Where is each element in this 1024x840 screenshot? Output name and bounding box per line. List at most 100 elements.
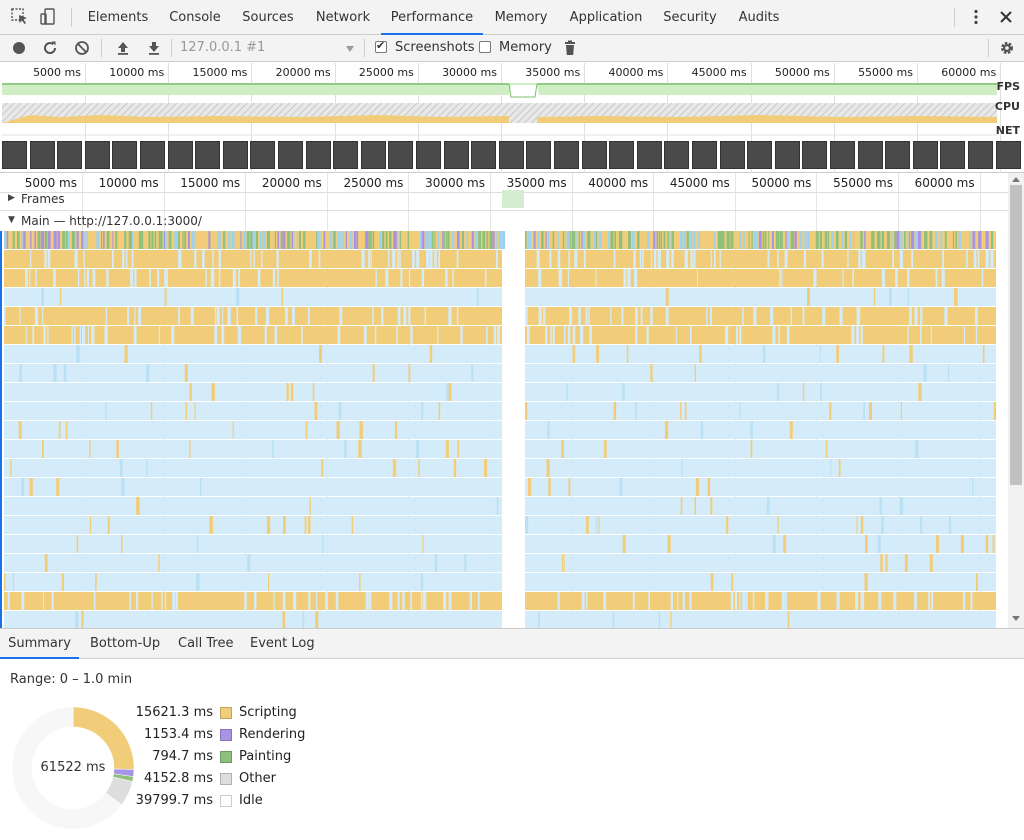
flame-event[interactable] [182, 231, 184, 249]
screenshot-thumbnail[interactable] [581, 141, 607, 169]
flame-event[interactable] [43, 592, 44, 610]
flame-event[interactable] [342, 231, 344, 249]
flame-event[interactable] [303, 231, 306, 249]
flame-event[interactable] [915, 440, 919, 458]
flame-event[interactable] [396, 326, 398, 344]
flame-event[interactable] [338, 402, 342, 420]
flame-event[interactable] [660, 231, 663, 249]
flame-event[interactable] [370, 250, 372, 268]
screenshot-thumbnail[interactable] [360, 141, 386, 169]
collapse-arrow-icon[interactable]: ▼ [8, 215, 15, 225]
screenshot-thumbnail[interactable] [195, 141, 221, 169]
flame-event[interactable] [836, 345, 839, 363]
flame-event[interactable] [124, 231, 127, 249]
screenshot-thumbnail[interactable] [333, 141, 359, 169]
flame-event[interactable] [824, 231, 828, 249]
flame-event[interactable] [904, 554, 908, 572]
flame-event[interactable] [434, 231, 436, 249]
flame-event[interactable] [889, 288, 892, 306]
flame-event[interactable] [929, 554, 933, 572]
flame-event[interactable] [830, 231, 834, 249]
flame-event[interactable] [131, 250, 134, 268]
tab-application[interactable]: Application [562, 0, 650, 35]
flame-event[interactable] [292, 307, 295, 325]
flame-event[interactable] [65, 231, 68, 249]
flame-event[interactable] [274, 231, 276, 249]
flame-event[interactable] [689, 592, 692, 610]
flame-event[interactable] [421, 269, 425, 287]
flame-event[interactable] [528, 478, 532, 496]
flame-event[interactable] [456, 231, 460, 249]
flame-event[interactable] [56, 478, 60, 496]
flame-event[interactable] [686, 231, 689, 249]
flame-event[interactable] [337, 326, 341, 344]
flame-event[interactable] [993, 402, 996, 420]
flame-event[interactable] [196, 573, 200, 591]
flame-event[interactable] [492, 231, 495, 249]
flame-event[interactable] [240, 231, 242, 249]
flame-event[interactable] [982, 345, 985, 363]
screenshot-thumbnail[interactable] [995, 141, 1021, 169]
flame-event[interactable] [789, 421, 793, 439]
flame-event[interactable] [44, 554, 48, 572]
flame-event[interactable] [851, 326, 855, 344]
flame-event[interactable] [493, 326, 497, 344]
flame-event[interactable] [970, 592, 973, 610]
flame-event[interactable] [803, 250, 806, 268]
flame-event[interactable] [960, 535, 964, 553]
flame-event[interactable] [970, 231, 973, 249]
flame-event[interactable] [407, 231, 410, 249]
flame-event[interactable] [598, 516, 600, 534]
flame-event[interactable] [963, 326, 965, 344]
flame-event[interactable] [282, 231, 286, 249]
flame-event[interactable] [966, 250, 968, 268]
flame-event[interactable] [917, 231, 922, 249]
flame-event[interactable] [942, 250, 944, 268]
flame-event[interactable] [538, 269, 542, 287]
flame-event[interactable] [586, 592, 588, 610]
flame-event[interactable] [731, 573, 734, 591]
flame-event[interactable] [304, 516, 307, 534]
flame-event[interactable] [412, 250, 415, 268]
flame-event[interactable] [399, 231, 402, 249]
flame-event[interactable] [163, 231, 166, 249]
flame-event[interactable] [17, 231, 20, 249]
flame-event[interactable] [359, 421, 363, 439]
flame-event[interactable] [713, 231, 715, 249]
flame-event[interactable] [30, 231, 32, 249]
flame-event[interactable] [242, 231, 247, 249]
flame-event[interactable] [47, 326, 49, 344]
flame-event[interactable] [762, 231, 764, 249]
flame-event[interactable] [735, 592, 738, 610]
flame-event[interactable] [721, 231, 725, 249]
flame-event[interactable] [154, 231, 157, 249]
flame-event[interactable] [323, 231, 326, 249]
flame-event[interactable] [785, 592, 788, 610]
flame-event[interactable] [830, 459, 832, 477]
profile-select[interactable]: 127.0.0.1 #1 [180, 40, 265, 55]
tab-security[interactable]: Security [656, 0, 724, 35]
flame-event[interactable] [260, 231, 262, 249]
flame-event[interactable] [10, 459, 12, 477]
flame-event[interactable] [297, 231, 299, 249]
flame-event[interactable] [482, 231, 486, 249]
flame-event[interactable] [864, 573, 868, 591]
flame-event[interactable] [74, 250, 78, 268]
flame-event[interactable] [878, 592, 882, 610]
flame-event[interactable] [527, 231, 531, 249]
flame-event[interactable] [681, 459, 683, 477]
flame-event[interactable] [400, 269, 403, 287]
flame-event[interactable] [936, 535, 939, 553]
flame-event[interactable] [4, 573, 6, 591]
flame-event[interactable] [65, 421, 68, 439]
flame-event[interactable] [309, 497, 311, 515]
flame-event[interactable] [631, 231, 635, 249]
flame-event[interactable] [397, 307, 401, 325]
flame-event[interactable] [232, 421, 234, 439]
flame-event[interactable] [675, 326, 677, 344]
flame-event[interactable] [574, 250, 578, 268]
flame-event[interactable] [23, 231, 26, 249]
flame-event[interactable] [786, 326, 790, 344]
screenshot-thumbnail[interactable] [774, 141, 800, 169]
flame-event[interactable] [689, 231, 692, 249]
